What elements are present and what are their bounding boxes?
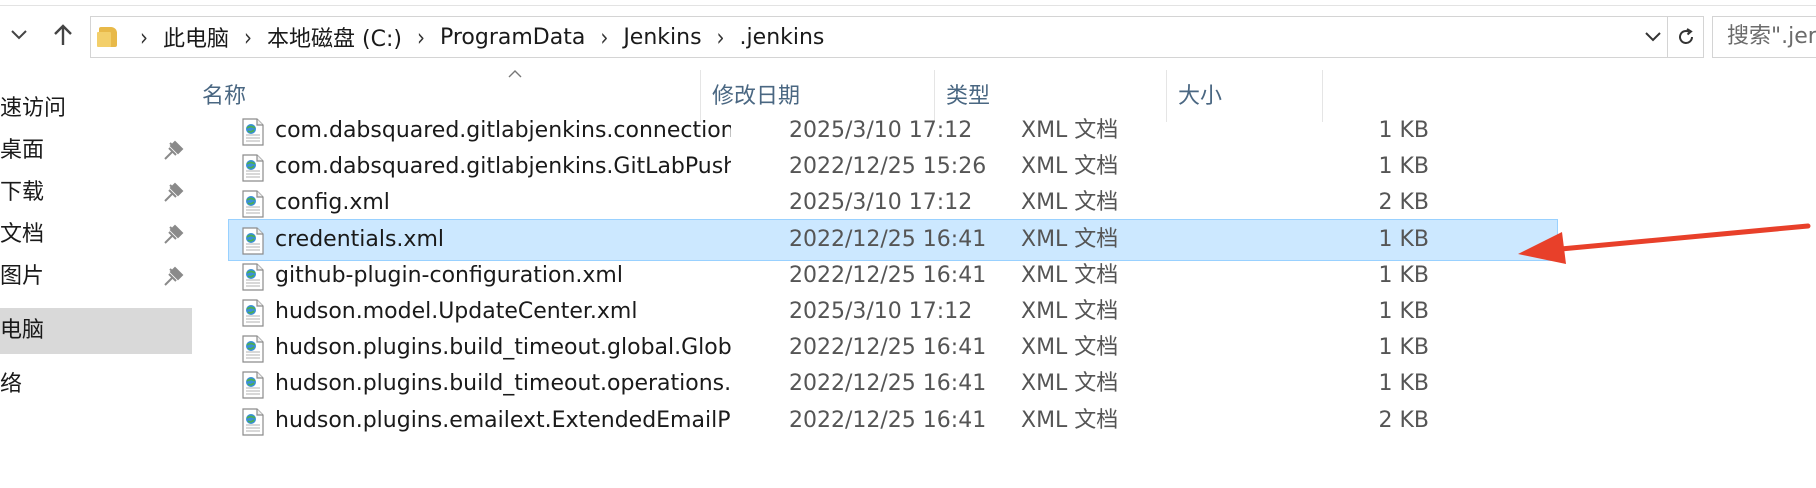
file-name: github-plugin-configuration.xml: [275, 262, 623, 288]
nav-item[interactable]: 桌面: [0, 128, 192, 174]
nav-item[interactable]: 络: [0, 362, 192, 408]
file-modified-date: 2025/3/10 17:12: [789, 190, 973, 216]
file-name: config.xml: [275, 190, 390, 216]
file-type: XML 文档: [1021, 262, 1119, 288]
refresh-button[interactable]: [1668, 16, 1704, 58]
arrow-up-icon: [54, 24, 72, 45]
file-name: com.dabsquared.gitlabjenkins.connection.…: [275, 118, 731, 143]
file-size: 1 KB: [1378, 335, 1429, 361]
breadcrumb-item[interactable]: .jenkins: [734, 25, 831, 50]
file-type: XML 文档: [1021, 371, 1119, 397]
address-box[interactable]: › 此电脑 › 本地磁盘 (C:) › ProgramData › Jenkins › .jenk…: [90, 16, 1668, 58]
file-modified-date: 2025/3/10 17:12: [789, 118, 973, 143]
file-size: 2 KB: [1378, 407, 1429, 433]
breadcrumb-separator-chevron-icon[interactable]: ›: [708, 25, 734, 49]
file-modified-date: 2022/12/25 16:41: [789, 262, 987, 288]
address-history-chevron-icon[interactable]: [1637, 17, 1667, 57]
nav-item-label: 桌面: [0, 138, 45, 163]
breadcrumb-separator-chevron-icon[interactable]: ›: [591, 25, 617, 49]
file-size: 1 KB: [1378, 154, 1429, 180]
navigation-pane: 速访问桌面下载文档图片电脑络: [0, 66, 194, 488]
file-modified-date: 2022/12/25 16:41: [789, 335, 987, 361]
search-input[interactable]: 搜索".jer: [1712, 16, 1816, 58]
breadcrumb-item[interactable]: ProgramData: [434, 25, 591, 50]
file-type: XML 文档: [1021, 407, 1119, 433]
nav-item-label: 下载: [0, 180, 45, 205]
nav-item[interactable]: 文档: [0, 212, 192, 258]
nav-item[interactable]: 速访问: [0, 86, 192, 132]
sort-ascending-icon: [508, 66, 522, 82]
file-size: 1 KB: [1378, 371, 1429, 397]
refresh-icon: [1678, 28, 1693, 44]
file-modified-date: 2022/12/25 16:41: [789, 226, 987, 252]
file-modified-date: 2022/12/25 16:41: [789, 407, 987, 433]
file-size: 1 KB: [1378, 118, 1429, 143]
file-name: com.dabsquared.gitlabjenkins.GitLabPushT…: [275, 154, 731, 180]
nav-item-label: 图片: [0, 264, 45, 289]
file-size: 1 KB: [1378, 226, 1429, 252]
nav-item-label: 络: [0, 372, 23, 397]
file-name: hudson.plugins.build_timeout.operations.…: [275, 371, 731, 397]
file-type: XML 文档: [1021, 335, 1119, 361]
search-placeholder: 搜索".jer: [1727, 24, 1816, 49]
file-type: XML 文档: [1021, 190, 1119, 216]
file-size: 2 KB: [1378, 190, 1429, 216]
recent-locations-chevron-icon[interactable]: [4, 20, 34, 50]
folder-icon: [97, 27, 121, 47]
breadcrumb-item[interactable]: Jenkins: [617, 25, 707, 50]
file-modified-date: 2025/3/10 17:12: [789, 299, 973, 324]
breadcrumb-separator-chevron-icon[interactable]: ›: [131, 25, 157, 49]
nav-item-label: 文档: [0, 222, 45, 247]
file-type: XML 文档: [1021, 118, 1119, 143]
file-type: XML 文档: [1021, 154, 1119, 180]
breadcrumb-item[interactable]: 本地磁盘 (C:): [261, 21, 408, 53]
file-modified-date: 2022/12/25 16:41: [789, 371, 987, 397]
file-type: XML 文档: [1021, 299, 1119, 324]
breadcrumb-separator-chevron-icon[interactable]: ›: [235, 25, 261, 49]
nav-item[interactable]: 图片: [0, 254, 192, 300]
table-row[interactable]: hudson.plugins.emailext.ExtendedEmailPub…: [228, 400, 1558, 442]
file-name: hudson.plugins.build_timeout.global.Glob…: [275, 335, 731, 361]
file-modified-date: 2022/12/25 15:26: [789, 154, 987, 180]
address-bar-row: › 此电脑 › 本地磁盘 (C:) › ProgramData › Jenkins › .jenk…: [0, 6, 1816, 66]
nav-item[interactable]: 电脑: [0, 308, 192, 354]
annotation-arrow-icon: [1518, 223, 1811, 264]
breadcrumb: › 此电脑 › 本地磁盘 (C:) › ProgramData › Jenkins › .jenk…: [91, 17, 830, 57]
file-name: credentials.xml: [275, 226, 444, 252]
up-one-level-button[interactable]: [48, 20, 78, 50]
nav-item-label: 电脑: [0, 318, 45, 343]
file-size: 1 KB: [1378, 299, 1429, 324]
file-name: hudson.plugins.emailext.ExtendedEmailPub…: [275, 407, 731, 433]
nav-item-label: 速访问: [0, 96, 67, 121]
file-size: 1 KB: [1378, 262, 1429, 288]
breadcrumb-item[interactable]: 此电脑: [157, 21, 235, 53]
file-name: hudson.model.UpdateCenter.xml: [275, 299, 638, 324]
breadcrumb-separator-chevron-icon[interactable]: ›: [408, 25, 434, 49]
file-type: XML 文档: [1021, 226, 1119, 252]
nav-item[interactable]: 下载: [0, 170, 192, 216]
